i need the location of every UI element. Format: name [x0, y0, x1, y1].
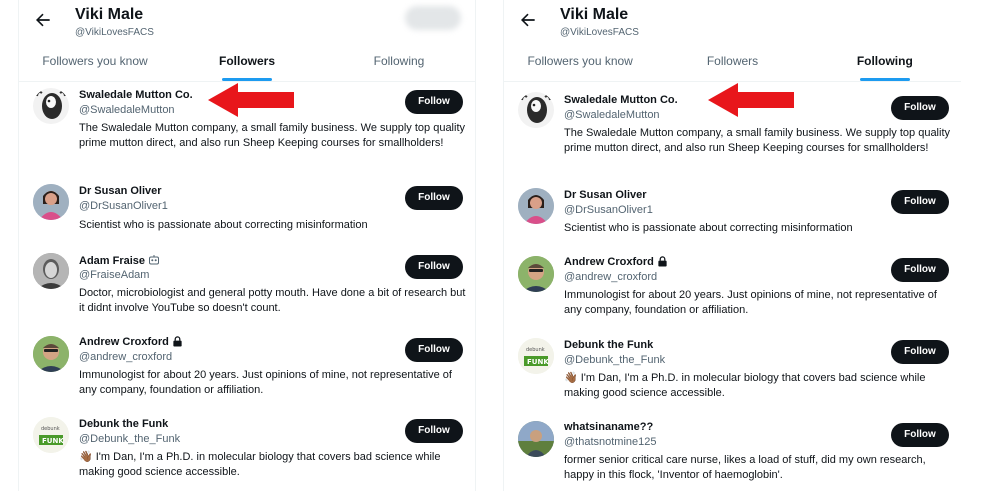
tab-bar: Followers you know Followers Following	[504, 44, 961, 82]
user-name[interactable]: Debunk the Funk	[564, 339, 653, 351]
profile-name: Viki Male	[75, 6, 144, 23]
user-name[interactable]: Dr Susan Oliver	[79, 185, 162, 197]
user-name[interactable]: Swaledale Mutton Co.	[564, 94, 678, 106]
follow-button[interactable]: Follow	[405, 186, 463, 210]
profile-name: Viki Male	[560, 6, 629, 23]
profile-header: Viki Male @VikiLovesFACS	[19, 0, 475, 44]
arrow-left-icon[interactable]	[518, 10, 538, 30]
user-handle[interactable]: @SwaledaleMutton	[79, 104, 175, 116]
follow-button[interactable]: Follow	[891, 258, 949, 282]
profile-handle: @VikiLovesFACS	[560, 27, 639, 38]
user-handle[interactable]: @DrSusanOliver1	[564, 204, 653, 216]
follow-button[interactable]: Follow	[891, 96, 949, 120]
user-cell[interactable]: Andrew Croxford @andrew_croxford Immunol…	[504, 248, 961, 331]
avatar[interactable]	[518, 256, 554, 292]
left-panel: Viki Male @VikiLovesFACS Followers you k…	[18, 0, 476, 491]
user-name[interactable]: Andrew Croxford	[564, 256, 668, 268]
user-bio: Scientist who is passionate about correc…	[564, 222, 853, 234]
avatar[interactable]	[33, 253, 69, 289]
svg-text:FUNK: FUNK	[527, 358, 549, 366]
follow-button[interactable]: Follow	[891, 340, 949, 364]
tab-followers[interactable]: Followers	[171, 44, 323, 81]
user-name[interactable]: Debunk the Funk	[79, 418, 168, 430]
user-handle[interactable]: @andrew_croxford	[79, 351, 172, 363]
tab-followers[interactable]: Followers	[656, 44, 808, 81]
user-name-text[interactable]: Andrew Croxford	[79, 336, 169, 348]
user-bio: The Swaledale Mutton company, a small fa…	[79, 122, 465, 149]
user-cell[interactable]: FUNK debunk Debunk the Funk @Debunk_the_F…	[504, 331, 961, 413]
tab-following[interactable]: Following	[323, 44, 475, 81]
right-panel: Viki Male @VikiLovesFACS Followers you k…	[503, 0, 961, 491]
arrow-left-icon[interactable]	[33, 10, 53, 30]
avatar[interactable]: FUNK debunk	[33, 417, 69, 453]
user-bio: Scientist who is passionate about correc…	[79, 219, 368, 231]
user-cell[interactable]: whatsinaname?? @thatsnotmine125 former s…	[504, 413, 961, 491]
user-bio: former senior critical care nurse, likes…	[564, 454, 926, 481]
follow-button[interactable]: Follow	[405, 338, 463, 362]
user-bio: The Swaledale Mutton company, a small fa…	[564, 127, 950, 154]
red-arrow-right-icon	[708, 83, 794, 117]
tab-followers-you-know[interactable]: Followers you know	[504, 44, 656, 81]
profile-header: Viki Male @VikiLovesFACS	[504, 0, 961, 44]
follow-button[interactable]: Follow	[891, 423, 949, 447]
lock-icon	[173, 336, 182, 347]
red-arrow-left-icon	[208, 83, 294, 117]
avatar[interactable]	[33, 88, 69, 124]
user-handle[interactable]: @FraiseAdam	[79, 269, 149, 281]
user-name[interactable]: Dr Susan Oliver	[564, 189, 647, 201]
user-handle[interactable]: @Debunk_the_Funk	[564, 354, 665, 366]
user-name-text[interactable]: Adam Fraise	[79, 255, 145, 267]
user-handle[interactable]: @andrew_croxford	[564, 271, 657, 283]
user-name[interactable]: Adam Fraise	[79, 254, 160, 267]
user-handle[interactable]: @DrSusanOliver1	[79, 200, 168, 212]
profile-handle: @VikiLovesFACS	[75, 27, 154, 38]
avatar[interactable]	[33, 184, 69, 220]
user-bio: Immunologist for about 20 years. Just op…	[564, 289, 937, 316]
lock-icon	[658, 256, 667, 267]
user-cell[interactable]: Dr Susan Oliver @DrSusanOliver1 Scientis…	[19, 182, 475, 250]
user-cell[interactable]: Andrew Croxford @andrew_croxford Immunol…	[19, 332, 475, 414]
user-name[interactable]: Swaledale Mutton Co.	[79, 89, 193, 101]
avatar[interactable]: FUNK debunk	[518, 338, 554, 374]
user-cell[interactable]: Adam Fraise @FraiseAdam Doctor, microbio…	[19, 250, 475, 332]
user-handle[interactable]: @SwaledaleMutton	[564, 109, 660, 121]
avatar[interactable]	[518, 188, 554, 224]
svg-text:debunk: debunk	[41, 426, 60, 432]
user-bio: Doctor, microbiologist and general potty…	[79, 287, 466, 314]
follow-button[interactable]: Follow	[891, 190, 949, 214]
user-name[interactable]: whatsinaname??	[564, 421, 653, 433]
svg-text:debunk: debunk	[526, 347, 545, 353]
robot-icon	[149, 255, 160, 265]
user-bio: 👋🏾 I'm Dan, I'm a Ph.D. in molecular bio…	[79, 451, 441, 478]
tab-bar: Followers you know Followers Following	[19, 44, 475, 82]
user-bio: Immunologist for about 20 years. Just op…	[79, 369, 452, 396]
user-name-text[interactable]: Andrew Croxford	[564, 256, 654, 268]
user-cell[interactable]: Dr Susan Oliver @DrSusanOliver1 Scientis…	[504, 180, 961, 248]
tab-following[interactable]: Following	[809, 44, 961, 81]
svg-text:FUNK: FUNK	[42, 437, 64, 445]
follow-button[interactable]: Follow	[405, 255, 463, 279]
user-handle[interactable]: @Debunk_the_Funk	[79, 433, 180, 445]
user-handle[interactable]: @thatsnotmine125	[564, 436, 657, 448]
follow-button[interactable]: Follow	[405, 90, 463, 114]
follow-button[interactable]: Follow	[405, 419, 463, 443]
user-cell[interactable]: FUNK debunk Debunk the Funk @Debunk_the_F…	[19, 414, 475, 491]
avatar[interactable]	[518, 92, 554, 128]
user-name[interactable]: Andrew Croxford	[79, 336, 183, 348]
user-bio: 👋🏾 I'm Dan, I'm a Ph.D. in molecular bio…	[564, 372, 926, 399]
blurred-button	[405, 6, 461, 30]
avatar[interactable]	[33, 336, 69, 372]
avatar[interactable]	[518, 421, 554, 457]
tab-followers-you-know[interactable]: Followers you know	[19, 44, 171, 81]
